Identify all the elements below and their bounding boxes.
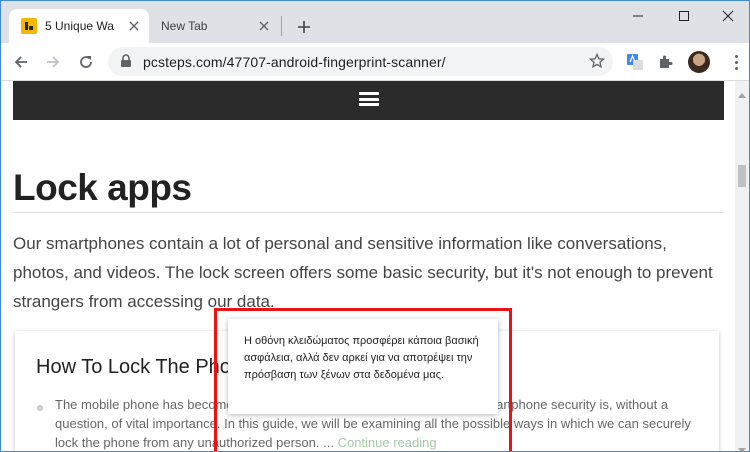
- extensions-puzzle-icon[interactable]: [656, 52, 676, 72]
- tab-close-icon[interactable]: [257, 19, 271, 33]
- tab-active[interactable]: 5 Unique Wa: [9, 9, 149, 43]
- tab-title: New Tab: [161, 19, 208, 33]
- tab-separator: [281, 16, 282, 36]
- address-bar[interactable]: pcsteps.com/47707-android-fingerprint-sc…: [108, 47, 613, 76]
- bookmark-star-icon[interactable]: [588, 52, 606, 74]
- minimize-icon: [633, 15, 643, 17]
- site-favicon-icon: [21, 18, 37, 34]
- divider: [13, 212, 724, 213]
- reload-icon: [80, 56, 92, 68]
- browser-menu-icon[interactable]: [728, 52, 744, 72]
- lock-icon[interactable]: [120, 54, 132, 73]
- tab-close-icon[interactable]: [127, 19, 141, 33]
- highlight-box: [214, 308, 512, 451]
- site-nav-bar: [13, 81, 724, 120]
- hamburger-menu-icon[interactable]: [359, 91, 379, 107]
- bullet-icon: [37, 405, 43, 411]
- new-tab-button[interactable]: [291, 14, 317, 40]
- minimize-button[interactable]: [615, 1, 661, 31]
- url-text: pcsteps.com/47707-android-fingerprint-sc…: [143, 54, 446, 70]
- close-icon: [722, 10, 734, 22]
- tab-new-tab[interactable]: New Tab: [151, 9, 279, 43]
- browser-toolbar: pcsteps.com/47707-android-fingerprint-sc…: [1, 43, 749, 81]
- scroll-up-arrow-icon[interactable]: [738, 85, 746, 103]
- scroll-down-arrow-icon[interactable]: [738, 441, 746, 451]
- profile-avatar[interactable]: [688, 51, 710, 73]
- maximize-icon: [679, 11, 689, 21]
- tab-strip: 5 Unique Wa New Tab: [1, 1, 749, 43]
- section-heading: Lock apps: [13, 167, 192, 208]
- scrollbar-thumb[interactable]: [738, 165, 746, 187]
- forward-button[interactable]: [39, 48, 67, 76]
- back-button[interactable]: [7, 48, 35, 76]
- translate-extension-icon[interactable]: [625, 52, 645, 72]
- page-scrollbar[interactable]: [735, 81, 749, 451]
- maximize-button[interactable]: [661, 1, 707, 31]
- close-window-button[interactable]: [705, 1, 749, 31]
- reload-button[interactable]: [72, 48, 100, 76]
- arrow-left-icon: [14, 56, 27, 68]
- arrow-right-icon: [47, 56, 60, 68]
- intro-paragraph: Our smartphones contain a lot of persona…: [13, 234, 713, 311]
- plus-icon: [298, 21, 310, 33]
- tab-title: 5 Unique Wa: [45, 19, 114, 33]
- browser-window: 5 Unique Wa New Tab pcsteps.com/47707-an…: [0, 0, 750, 452]
